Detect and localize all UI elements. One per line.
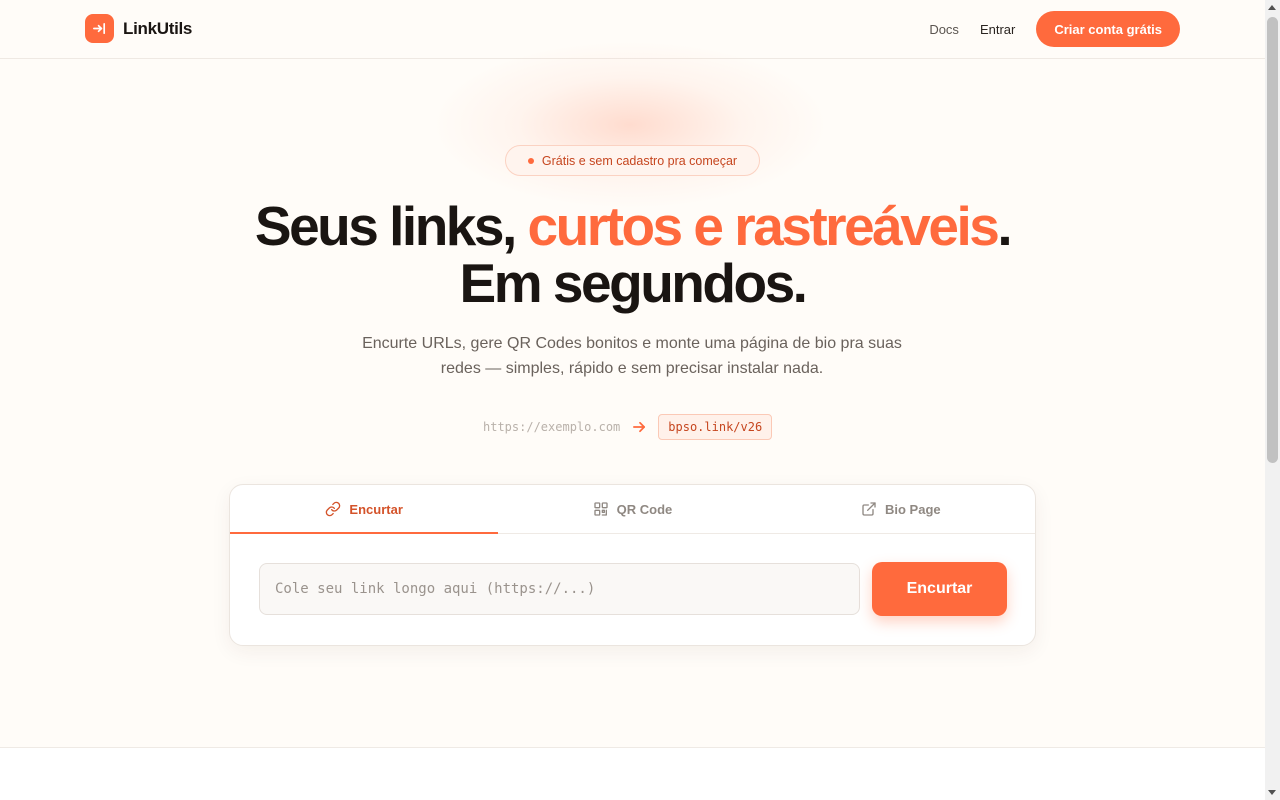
nav-link-docs[interactable]: Docs [929, 22, 959, 37]
link-icon [325, 501, 341, 517]
tool-tabs: Encurtar QR Code Bio Page [230, 485, 1035, 534]
hero-title-part1: Seus links, [254, 195, 528, 257]
signup-button[interactable]: Criar conta grátis [1036, 11, 1180, 47]
external-link-icon [861, 501, 877, 517]
tab-label: Encurtar [349, 501, 403, 517]
tool-card: Encurtar QR Code Bio Page Cole seu link … [229, 484, 1036, 646]
nav-link-entrar[interactable]: Entrar [980, 22, 1015, 37]
top-nav: Docs Entrar Criar conta grátis [929, 11, 1180, 47]
shorten-demo: https://exemplo.com bpso.link/v26 [483, 414, 773, 440]
shorten-form: Encurtar [259, 562, 1007, 616]
page: LinkUtils Docs Entrar Criar conta grátis… [0, 0, 1265, 800]
badge-text: Grátis e sem cadastro pra começar [541, 153, 738, 168]
logo-arrow-icon [85, 14, 114, 43]
hero-title-part2: . [997, 195, 1012, 257]
hero-title: Seus links, curtos e rastreáveis. Em seg… [0, 198, 1265, 312]
tab-bio-page[interactable]: Bio Page [767, 485, 1035, 533]
tab-label: Bio Page [885, 501, 941, 517]
hero-title-line2: Em segundos. [459, 252, 808, 314]
url-input[interactable] [259, 563, 860, 615]
badge-dot-icon [527, 157, 534, 164]
hero-subtitle-line1: Encurte URLs, gere QR Codes bonitos e mo… [362, 335, 902, 352]
tab-label: QR Code [616, 501, 673, 517]
tab-qr-code[interactable]: QR Code [498, 485, 766, 533]
logo[interactable]: LinkUtils [85, 14, 192, 43]
hero-glow [430, 40, 830, 210]
hero-title-accent: curtos e rastreáveis [527, 195, 1000, 257]
demo-short-url: bpso.link/v26 [658, 414, 773, 440]
demo-source-url: https://exemplo.com [483, 420, 621, 434]
logo-text: LinkUtils [123, 18, 193, 38]
page-scrollbar[interactable] [1265, 0, 1280, 800]
tab-encurtar[interactable]: Encurtar [230, 485, 499, 534]
next-section [0, 748, 1265, 800]
hero-subtitle-line2: redes — simples, rápido e sem precisar i… [440, 360, 824, 377]
qr-icon [593, 501, 609, 517]
shorten-button[interactable]: Encurtar [872, 562, 1007, 616]
free-badge: Grátis e sem cadastro pra começar [505, 145, 760, 176]
scroll-thumb[interactable] [1267, 17, 1278, 463]
arrow-right-icon [632, 420, 647, 434]
hero-subtitle: Encurte URLs, gere QR Codes bonitos e mo… [332, 331, 932, 381]
scroll-down-icon[interactable] [1268, 790, 1276, 795]
scroll-up-icon[interactable] [1268, 5, 1276, 10]
